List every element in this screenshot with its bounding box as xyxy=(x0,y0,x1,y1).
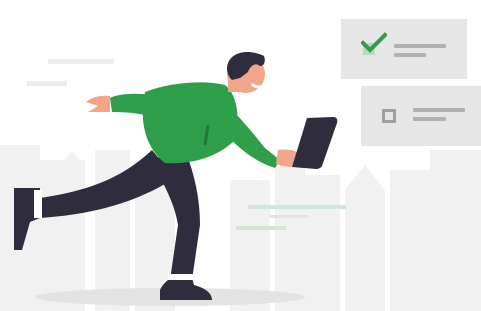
front-arm xyxy=(215,95,280,168)
front-leg xyxy=(150,150,200,280)
illustration-scene xyxy=(0,0,481,311)
back-sock xyxy=(34,190,42,218)
tablet-icon xyxy=(292,117,338,169)
back-hand xyxy=(86,95,110,112)
running-man-figure xyxy=(14,52,338,300)
front-sock xyxy=(168,274,194,280)
front-shoe xyxy=(160,278,212,300)
